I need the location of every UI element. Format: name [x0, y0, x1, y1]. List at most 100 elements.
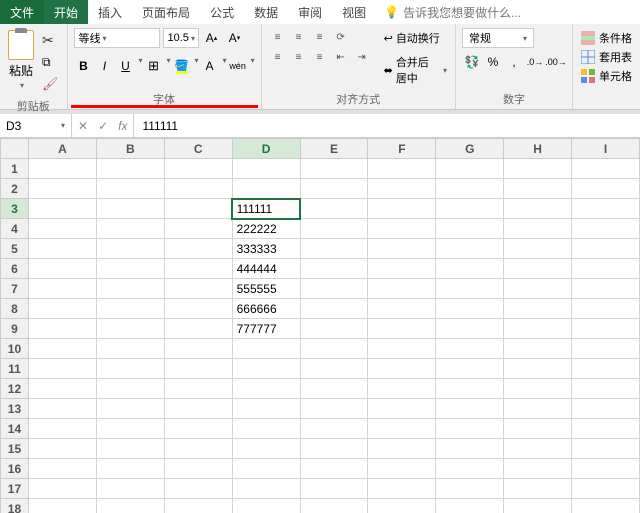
cell[interactable]: [504, 319, 572, 339]
row-header[interactable]: 12: [1, 379, 29, 399]
cell[interactable]: [504, 419, 572, 439]
cell[interactable]: [436, 199, 504, 219]
column-header[interactable]: I: [572, 139, 640, 159]
cell[interactable]: [368, 339, 436, 359]
column-header[interactable]: C: [164, 139, 232, 159]
cell[interactable]: [436, 299, 504, 319]
row-header[interactable]: 2: [1, 179, 29, 199]
cell[interactable]: [96, 259, 164, 279]
cell[interactable]: [300, 199, 368, 219]
cell[interactable]: [96, 339, 164, 359]
cell[interactable]: [504, 299, 572, 319]
row-header[interactable]: 17: [1, 479, 29, 499]
cell[interactable]: [368, 259, 436, 279]
cell[interactable]: [96, 299, 164, 319]
cell[interactable]: [28, 239, 96, 259]
cell[interactable]: [164, 439, 232, 459]
confirm-formula-button[interactable]: ✓: [98, 119, 108, 133]
cell[interactable]: [300, 239, 368, 259]
cell[interactable]: [96, 219, 164, 239]
cell[interactable]: [368, 439, 436, 459]
cell[interactable]: [504, 199, 572, 219]
merge-center-button[interactable]: ⬌ 合并后居中 ▾: [382, 52, 449, 88]
cell[interactable]: [164, 419, 232, 439]
border-button[interactable]: ⊞: [144, 56, 164, 76]
row-header[interactable]: 5: [1, 239, 29, 259]
cell[interactable]: [96, 499, 164, 513]
cell[interactable]: [96, 319, 164, 339]
cell[interactable]: [572, 199, 640, 219]
cell[interactable]: [572, 179, 640, 199]
cell[interactable]: [368, 279, 436, 299]
cell[interactable]: [96, 379, 164, 399]
cell[interactable]: [504, 179, 572, 199]
cell[interactable]: [28, 439, 96, 459]
select-all-corner[interactable]: [1, 139, 29, 159]
cell[interactable]: [300, 439, 368, 459]
cell[interactable]: [436, 499, 504, 513]
tab-view[interactable]: 视图: [332, 0, 376, 24]
cell[interactable]: [572, 239, 640, 259]
row-header[interactable]: 3: [1, 199, 29, 219]
cell[interactable]: [436, 399, 504, 419]
cell[interactable]: [436, 259, 504, 279]
cell[interactable]: [436, 419, 504, 439]
cell[interactable]: [96, 279, 164, 299]
cell[interactable]: [504, 159, 572, 179]
column-header[interactable]: B: [96, 139, 164, 159]
cell[interactable]: 444444: [232, 259, 300, 279]
tell-me-search[interactable]: 💡 告诉我您想要做什么...: [376, 0, 529, 24]
cell[interactable]: [164, 479, 232, 499]
cell[interactable]: [368, 239, 436, 259]
fx-button[interactable]: fx: [118, 119, 127, 133]
align-middle-button[interactable]: ≡: [289, 28, 309, 46]
cell[interactable]: [300, 479, 368, 499]
cell[interactable]: [96, 459, 164, 479]
cell[interactable]: 222222: [232, 219, 300, 239]
cell[interactable]: [504, 439, 572, 459]
cell[interactable]: [28, 379, 96, 399]
cell[interactable]: [300, 379, 368, 399]
italic-button[interactable]: I: [95, 56, 115, 76]
cell[interactable]: [436, 159, 504, 179]
column-header[interactable]: D: [232, 139, 300, 159]
cell[interactable]: [28, 259, 96, 279]
cell[interactable]: [300, 399, 368, 419]
cell[interactable]: [504, 219, 572, 239]
cell[interactable]: [96, 419, 164, 439]
increase-indent-button[interactable]: ⇥: [352, 48, 372, 66]
cell[interactable]: [28, 499, 96, 513]
cell[interactable]: [164, 459, 232, 479]
fill-color-button[interactable]: 🪣: [172, 56, 192, 76]
name-box[interactable]: D3 ▾: [0, 114, 72, 137]
cell[interactable]: [232, 399, 300, 419]
cell[interactable]: [572, 399, 640, 419]
cell[interactable]: [28, 359, 96, 379]
cell[interactable]: [436, 279, 504, 299]
cell[interactable]: 666666: [232, 299, 300, 319]
cell[interactable]: [436, 459, 504, 479]
cell[interactable]: [164, 299, 232, 319]
cell[interactable]: [28, 159, 96, 179]
row-header[interactable]: 9: [1, 319, 29, 339]
cell[interactable]: [436, 439, 504, 459]
cell[interactable]: [164, 339, 232, 359]
tab-page-layout[interactable]: 页面布局: [132, 0, 200, 24]
cell[interactable]: [572, 379, 640, 399]
cell[interactable]: 777777: [232, 319, 300, 339]
cell[interactable]: [368, 159, 436, 179]
accounting-format-button[interactable]: 💱: [462, 52, 482, 72]
cell[interactable]: [232, 479, 300, 499]
cell[interactable]: [164, 399, 232, 419]
cell[interactable]: [504, 479, 572, 499]
cell[interactable]: [300, 319, 368, 339]
cell[interactable]: [96, 159, 164, 179]
cell[interactable]: [232, 459, 300, 479]
row-header[interactable]: 15: [1, 439, 29, 459]
cell[interactable]: [96, 439, 164, 459]
cell[interactable]: 111111: [232, 199, 300, 219]
cell[interactable]: [368, 179, 436, 199]
font-name-select[interactable]: 等线 ▾: [74, 28, 160, 48]
cell[interactable]: [28, 319, 96, 339]
cell[interactable]: [504, 239, 572, 259]
